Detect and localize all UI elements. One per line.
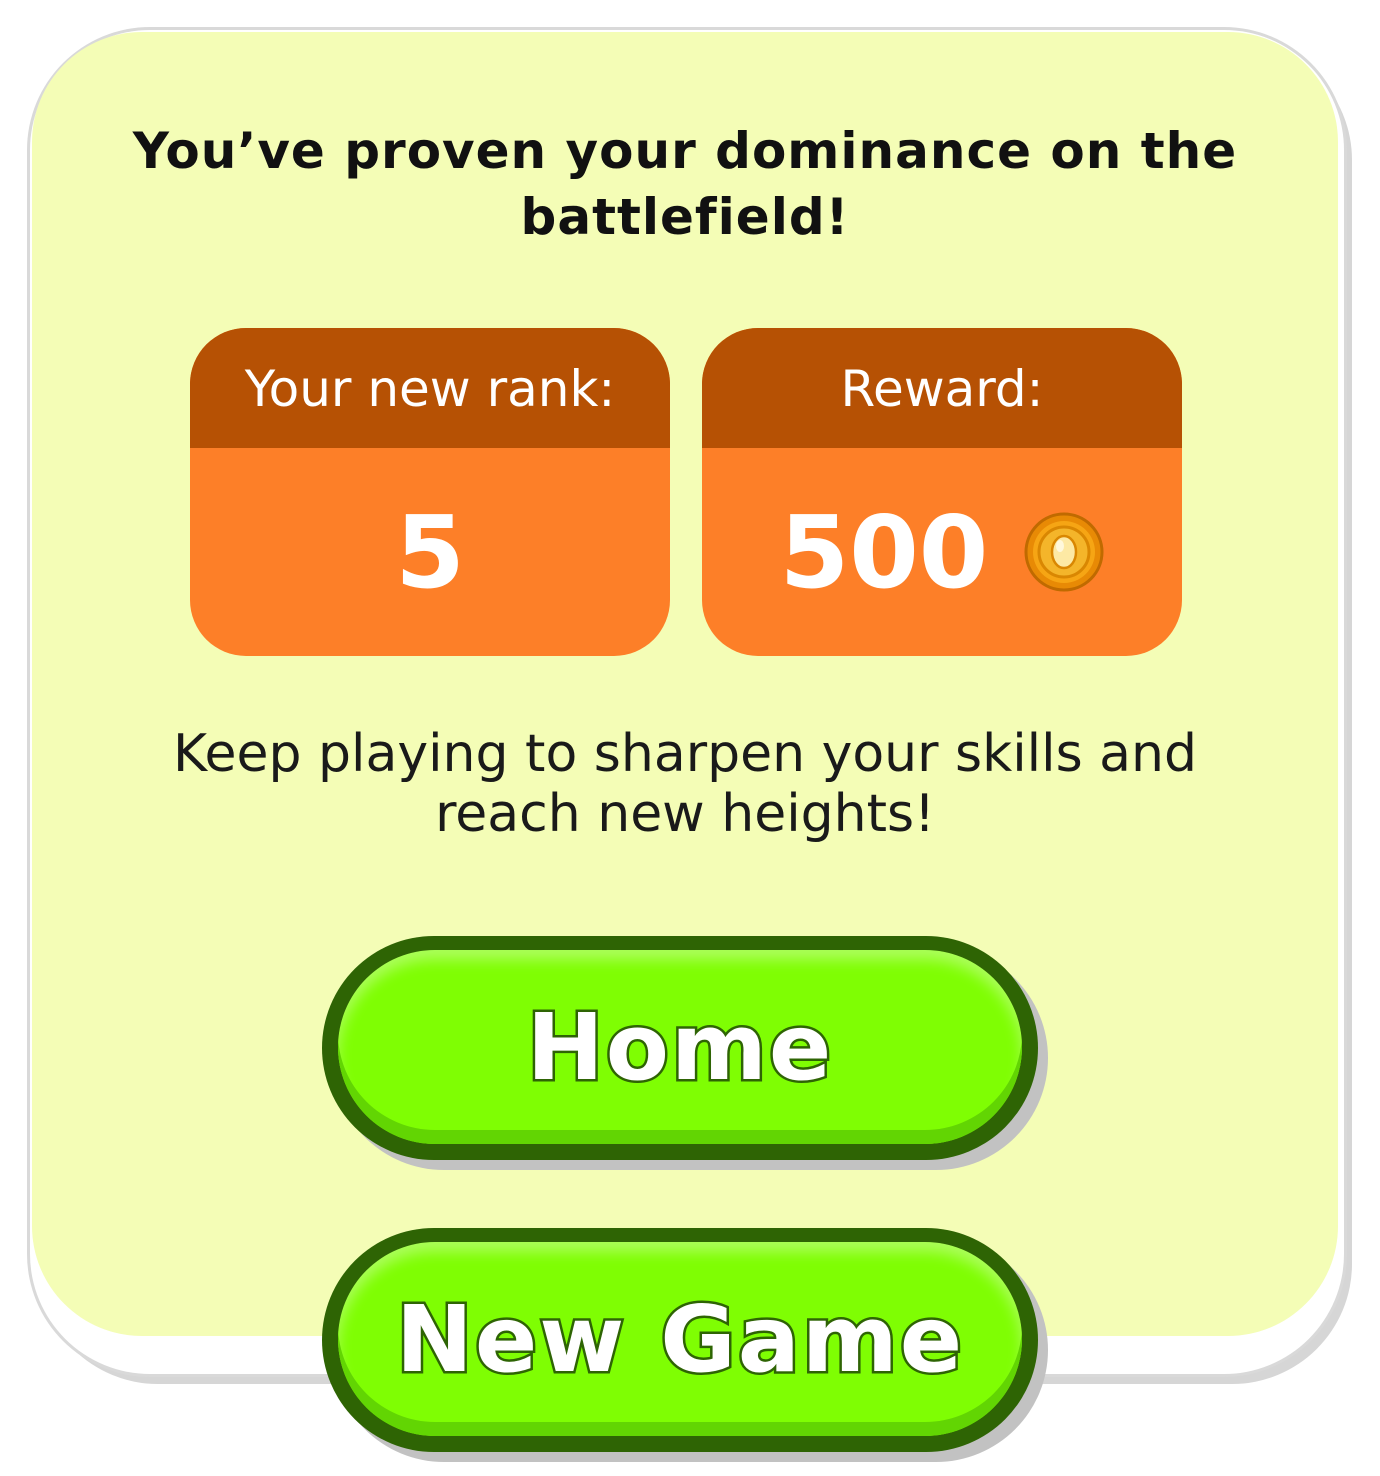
reward-value: 500 bbox=[779, 493, 989, 611]
reward-card-body: 500 bbox=[702, 448, 1182, 656]
victory-headline: You’ve proven your dominance on the batt… bbox=[132, 122, 1238, 246]
rank-card-body: 5 bbox=[190, 448, 670, 656]
new-game-button-label: New Game bbox=[393, 1283, 965, 1395]
home-button-face[interactable]: Home bbox=[338, 950, 1022, 1144]
reward-card: Reward: 500 bbox=[702, 328, 1182, 656]
rank-card-label: Your new rank: bbox=[190, 328, 670, 448]
home-button-label: Home bbox=[524, 991, 834, 1103]
rank-card: Your new rank: 5 bbox=[190, 328, 670, 656]
gold-coin-icon bbox=[1024, 512, 1104, 592]
home-button[interactable]: Home bbox=[322, 936, 1038, 1160]
new-game-button[interactable]: New Game bbox=[322, 1228, 1038, 1452]
new-game-button-face[interactable]: New Game bbox=[338, 1242, 1022, 1436]
reward-card-label: Reward: bbox=[702, 328, 1182, 448]
encouragement-message: Keep playing to sharpen your skills and … bbox=[172, 724, 1198, 844]
rank-value: 5 bbox=[395, 493, 465, 611]
